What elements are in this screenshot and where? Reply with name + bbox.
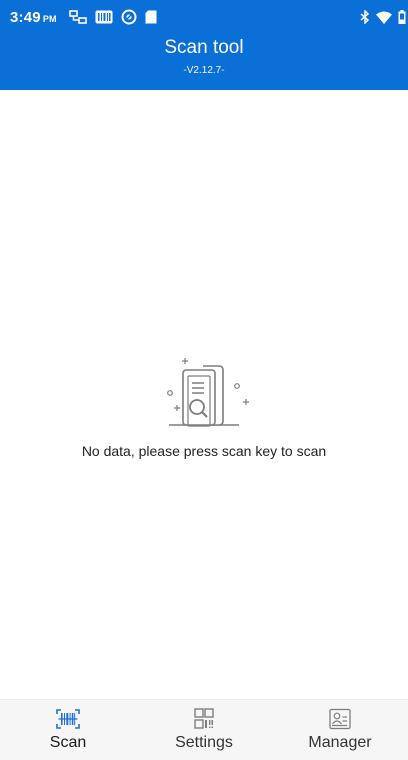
- bottom-nav: Scan Settings Manager: [0, 699, 408, 760]
- status-time-value: 3:49: [10, 8, 41, 26]
- network-icon: [68, 10, 87, 24]
- tab-manager[interactable]: Manager: [272, 700, 408, 760]
- tab-scan[interactable]: Scan: [0, 700, 136, 760]
- bluetooth-icon: [360, 10, 370, 24]
- empty-state: No data, please press scan key to scan: [0, 355, 408, 459]
- app-version: -V2.12.7-: [183, 65, 225, 76]
- tab-manager-label: Manager: [308, 734, 372, 751]
- barcode-scan-icon: [56, 709, 80, 729]
- sd-card-icon: [145, 10, 157, 24]
- tab-settings[interactable]: Settings: [136, 700, 272, 760]
- battery-icon: [398, 10, 406, 24]
- tab-settings-label: Settings: [175, 734, 233, 751]
- qr-code-icon: [194, 708, 214, 729]
- barcode-status-icon: [95, 10, 113, 24]
- wifi-icon: [376, 11, 392, 24]
- status-left-icons: [68, 9, 157, 25]
- app-header: Scan tool -V2.12.7-: [0, 34, 408, 90]
- contact-card-icon: [329, 708, 351, 730]
- status-time: 3:49 PM: [10, 9, 57, 26]
- empty-state-message: No data, please press scan key to scan: [81, 443, 327, 459]
- status-bar: 3:49 PM: [0, 0, 408, 34]
- tab-scan-label: Scan: [49, 734, 87, 751]
- status-ampm: PM: [42, 13, 57, 24]
- app-screen: 3:49 PM Scan tool -V2.12.7- No data, ple…: [0, 0, 408, 760]
- sync-icon: [121, 9, 137, 25]
- page-title: Scan tool: [164, 37, 244, 58]
- status-right-icons: [360, 0, 408, 34]
- empty-documents-search-icon: [167, 358, 249, 427]
- status-left: 3:49 PM: [0, 9, 157, 26]
